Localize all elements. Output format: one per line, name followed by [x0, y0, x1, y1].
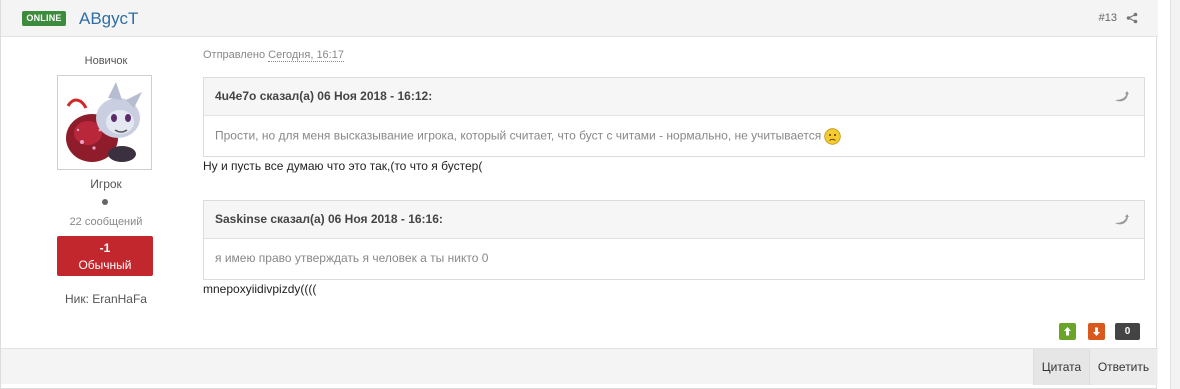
quote-text-content: Прости, но для меня высказывание игрока,…: [215, 128, 822, 143]
post-number-link[interactable]: #13: [1099, 12, 1117, 24]
quote-author: Saskinse сказал(а) 06 Ноя 2018 - 16:16:: [215, 212, 443, 226]
reply-text-2: mnepoxyiidivpizdy((((: [203, 282, 317, 296]
quote-text: Прости, но для меня высказывание игрока,…: [215, 128, 841, 145]
author-name-link[interactable]: АBgусТ: [79, 9, 138, 29]
arrow-down-icon: [1093, 327, 1100, 336]
reputation-badge: -1 Обычный: [57, 236, 153, 276]
user-post-count: 22 сообщений: [69, 216, 143, 228]
reputation-label: Обычный: [78, 258, 132, 272]
quote-icon[interactable]: [1114, 214, 1130, 226]
user-group: Игрок: [90, 177, 122, 191]
quote-header: Saskinse сказал(а) 06 Ноя 2018 - 16:16:: [204, 201, 1144, 239]
scrollbar[interactable]: [1170, 0, 1180, 389]
sent-label: Отправлено: [203, 49, 266, 61]
forum-post: ONLINE АBgусТ #13 Новичок Игрок 22 сообщ…: [0, 0, 1158, 389]
reputation-value: -1: [99, 241, 111, 255]
quote-button[interactable]: Цитата: [1033, 349, 1089, 385]
quote-body: я имею право утверждать я человек а ты н…: [204, 239, 1144, 279]
quote-author: 4u4e7o сказал(а) 06 Ноя 2018 - 16:12:: [215, 89, 433, 103]
avatar[interactable]: [57, 75, 152, 170]
quote-icon[interactable]: [1114, 91, 1130, 103]
user-rank: Новичок: [84, 55, 128, 67]
vote-count: 0: [1115, 323, 1140, 340]
post-header: ONLINE АBgусТ #13: [1, 0, 1158, 37]
sent-date: Сегодня, 16:17: [268, 49, 344, 62]
online-badge: ONLINE: [22, 11, 66, 26]
status-dot-icon: [102, 199, 108, 205]
user-nick: Ник: EranHaFa: [65, 292, 147, 306]
reply-button[interactable]: Ответить: [1089, 349, 1157, 385]
avatar-image: [60, 78, 149, 167]
share-icon[interactable]: [1126, 12, 1138, 24]
quote-body: Прости, но для меня высказывание игрока,…: [204, 116, 1144, 156]
sad-smiley-icon: [824, 128, 841, 145]
quote-text: я имею право утверждать я человек а ты н…: [215, 251, 489, 265]
reply-text-1: Ну и пусть все думаю что это так,(то что…: [203, 159, 483, 173]
vote-up-button[interactable]: [1059, 323, 1076, 340]
post-date-line: Отправлено Сегодня, 16:17: [203, 49, 344, 62]
arrow-up-icon: [1064, 327, 1071, 336]
vote-down-button[interactable]: [1088, 323, 1105, 340]
quote-block: 4u4e7o сказал(а) 06 Ноя 2018 - 16:12: Пр…: [203, 77, 1145, 157]
quote-header: 4u4e7o сказал(а) 06 Ноя 2018 - 16:12:: [204, 78, 1144, 116]
post-footer: Цитата Ответить: [1, 348, 1158, 385]
quote-block: Saskinse сказал(а) 06 Ноя 2018 - 16:16: …: [203, 200, 1145, 280]
